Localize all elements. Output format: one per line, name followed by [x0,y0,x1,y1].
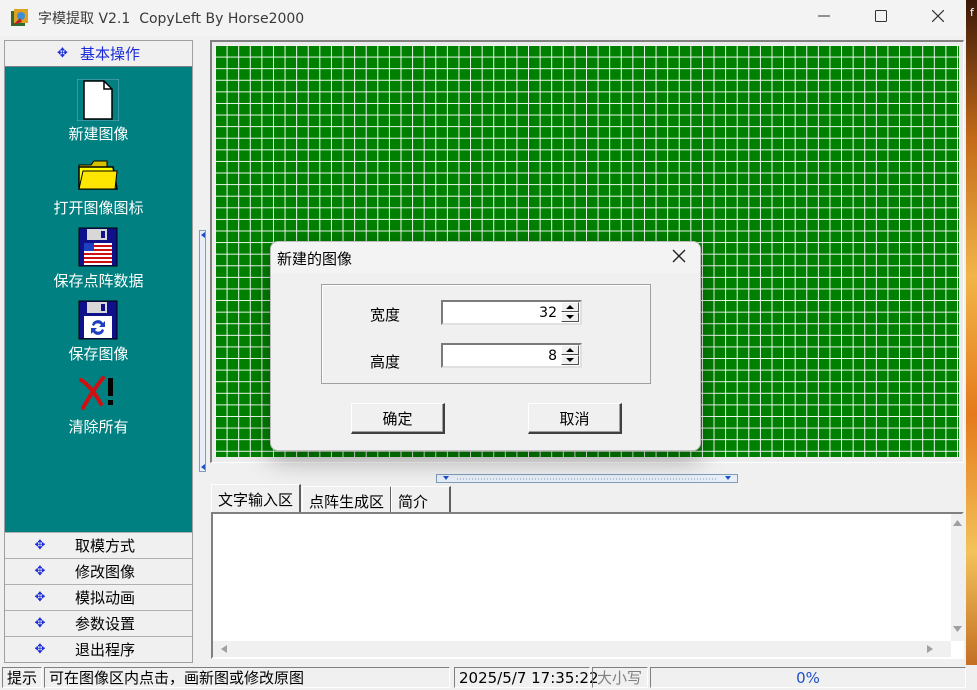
tool-label: 保存点阵数据 [53,272,144,290]
sidebar: ✥ 基本操作 新建图像 打开图像图标 保存点阵数据 保存图像 清除所有 ✥ 取模… [4,40,193,663]
tab-dot-matrix[interactable]: 点阵生成区 [302,486,393,512]
plus-icon: ✥ [34,538,46,553]
status-datetime: 2025/5/7 17:35:22 [454,667,599,688]
sidebar-cat-label: 参数设置 [75,615,136,633]
dialog-close-button[interactable] [665,244,693,272]
close-icon [931,9,945,26]
close-icon [672,249,686,267]
width-spin-down[interactable] [561,312,579,322]
folder-icon [77,153,119,195]
tool-panel: 新建图像 打开图像图标 保存点阵数据 保存图像 清除所有 [5,67,192,532]
height-spin-down[interactable] [561,355,579,365]
status-hint-label: 提示 [2,667,42,688]
cancel-button-label: 取消 [559,409,590,428]
floppy-flag-icon [77,226,119,268]
height-spin-up[interactable] [561,345,579,355]
status-hint-text: 可在图像区内点击，画新图或修改原图 [44,667,450,688]
sidebar-cat-label: 退出程序 [75,641,136,659]
splitter-grip[interactable] [199,230,206,472]
plus-icon: ✥ [34,564,46,579]
title-bar: 字模提取 V2.1 CopyLeft By Horse2000 [0,0,977,36]
backdrop-text: f [970,6,974,19]
sidebar-cat-settings[interactable]: ✥ 参数设置 [5,610,192,636]
ok-button-label: 确定 [382,409,413,428]
close-button[interactable] [909,0,967,36]
sidebar-cat-label: 取模方式 [75,537,136,555]
sidebar-cat-label: 模拟动画 [75,589,136,607]
plus-icon: ✥ [57,46,68,61]
app-icon [10,8,30,28]
dialog-title: 新建的图像 [277,250,353,268]
sidebar-header-label: 基本操作 [79,45,140,63]
height-spinbox[interactable] [441,343,582,368]
sidebar-cat-modulo-mode[interactable]: ✥ 取模方式 [5,532,192,558]
minimize-icon [818,10,830,26]
tab-text-input[interactable]: 文字输入区 [211,484,302,512]
width-input[interactable] [445,303,559,322]
status-bar: 提示 可在图像区内点击，画新图或修改原图 2025/5/7 17:35:22 大… [0,665,977,690]
maximize-button[interactable] [852,0,910,36]
horizontal-splitter-grip[interactable] [436,474,738,483]
sidebar-header-basic-ops[interactable]: ✥ 基本操作 [5,41,192,67]
vertical-scrollbar[interactable] [951,514,964,641]
tab-label: 文字输入区 [218,491,294,509]
plus-icon: ✥ [34,642,46,657]
tool-label: 打开图像图标 [53,199,144,217]
vertical-splitter[interactable] [196,40,208,663]
tool-save-dot-data[interactable]: 保存点阵数据 [5,226,192,296]
width-label: 宽度 [370,306,401,324]
tool-label: 新建图像 [68,125,129,143]
size-group-box: 宽度 高度 [321,284,651,384]
status-caps: 大小写 [592,667,648,688]
horizontal-scrollbar[interactable] [213,641,951,657]
tab-label: 简介 [398,493,429,511]
height-label: 高度 [370,353,401,371]
tab-strip: 文字输入区 点阵生成区 简介 [211,484,964,512]
sidebar-cat-label: 修改图像 [75,563,136,581]
tool-open-image-icon[interactable]: 打开图像图标 [5,153,192,223]
sidebar-cat-exit[interactable]: ✥ 退出程序 [5,636,192,662]
height-input[interactable] [445,346,559,365]
status-progress: 0% [650,667,966,688]
dialog-title-bar[interactable]: 新建的图像 [271,242,700,273]
minimize-button[interactable] [795,0,853,36]
cancel-button[interactable]: 取消 [528,403,622,434]
width-spinbox[interactable] [441,300,582,325]
clear-x-icon [77,372,119,414]
text-input-area[interactable] [211,512,964,659]
tool-label: 清除所有 [68,418,129,436]
plus-icon: ✥ [34,590,46,605]
width-spin-up[interactable] [561,302,579,312]
sidebar-cat-simulate-animation[interactable]: ✥ 模拟动画 [5,584,192,610]
new-document-icon [76,78,120,122]
tool-save-image[interactable]: 保存图像 [5,299,192,369]
tool-label: 保存图像 [68,345,129,363]
tool-clear-all[interactable]: 清除所有 [5,372,192,442]
tab-intro[interactable]: 简介 [391,486,451,512]
new-image-dialog: 新建的图像 宽度 高度 确定 [270,241,701,451]
floppy-save-icon [77,299,119,341]
sidebar-cat-edit-image[interactable]: ✥ 修改图像 [5,558,192,584]
plus-icon: ✥ [34,616,46,631]
desktop-backdrop [966,0,977,690]
tool-new-image[interactable]: 新建图像 [5,78,192,149]
tab-label: 点阵生成区 [309,493,385,511]
ok-button[interactable]: 确定 [351,403,445,434]
window-title: 字模提取 V2.1 CopyLeft By Horse2000 [38,11,305,27]
maximize-icon [875,10,887,26]
